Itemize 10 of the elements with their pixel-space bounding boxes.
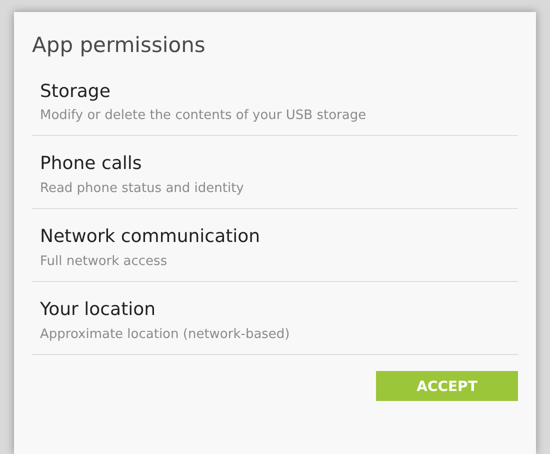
permission-name: Your location (40, 298, 157, 322)
permission-name: Network communication (40, 225, 262, 249)
permission-description: Read phone status and identity (40, 180, 245, 198)
permission-description: Modify or delete the contents of your USB storage (40, 106, 368, 125)
permission-name: Phone calls (40, 152, 143, 176)
permission-description: Approximate location (network-based) (40, 326, 291, 344)
dialog-title: App permissions (32, 32, 206, 59)
permission-description: Full network access (40, 252, 168, 271)
accept-button[interactable]: ACCEPT (376, 371, 518, 402)
permission-name: Storage (40, 80, 112, 103)
